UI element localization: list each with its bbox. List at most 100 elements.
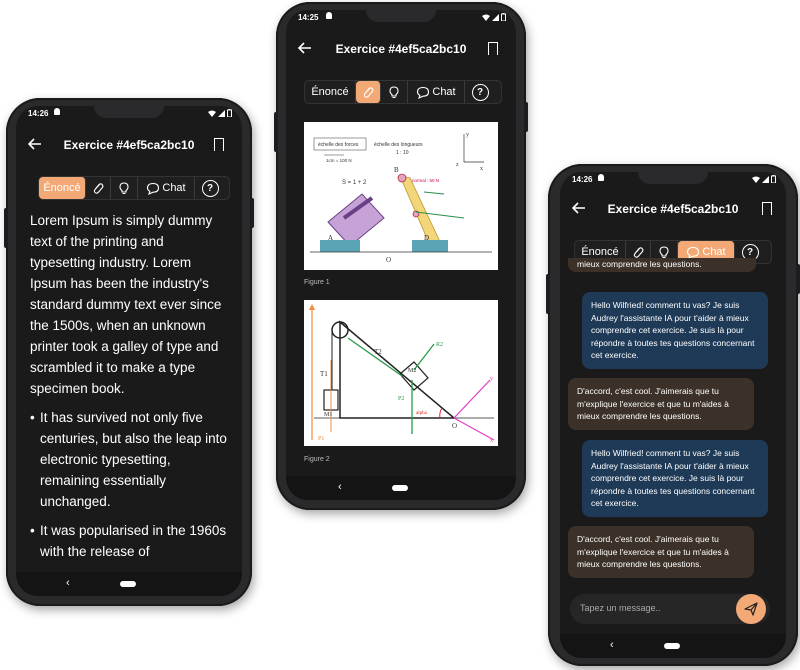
- system-nav-bar: ‹: [286, 476, 516, 500]
- fig2-alpha: alpha: [416, 411, 428, 416]
- status-icons: [482, 13, 506, 21]
- screen-right: 14:26 Exercice #4ef5ca2bc10 Énoncé Chat …: [560, 172, 786, 658]
- chat-message-text: D'accord, c'est cool. J'aimerais que tu …: [577, 386, 729, 421]
- fig1-axis-z: z: [456, 162, 459, 168]
- tab-hints[interactable]: [381, 81, 408, 103]
- tab-help[interactable]: ?: [465, 81, 495, 103]
- fig1-length-scale: échelle des longueurs: [374, 142, 423, 148]
- tab-bar: Énoncé Chat ?: [304, 80, 502, 104]
- help-icon: ?: [201, 179, 219, 197]
- chat-message-text: mieux comprendre les questions.: [577, 259, 702, 269]
- system-nav-bar: ‹: [16, 572, 242, 596]
- notification-icon: [54, 108, 60, 115]
- tab-chat[interactable]: Chat: [408, 81, 465, 103]
- tab-enonce[interactable]: Énoncé: [305, 81, 356, 103]
- fig1-point-a: A: [328, 234, 333, 242]
- battery-icon: [771, 175, 776, 183]
- chat-bubble-icon: [147, 182, 160, 195]
- chat-bubble-icon: [687, 246, 700, 259]
- tab-attachments[interactable]: [86, 177, 111, 199]
- notification-icon: [326, 12, 332, 19]
- tab-help[interactable]: ?: [195, 177, 225, 199]
- paperclip-icon: [93, 183, 104, 194]
- chat-message-text: Hello Wilfried! comment tu vas? Je suis …: [591, 300, 755, 360]
- status-icons: [752, 175, 776, 183]
- phone-middle: 14:25 Exercice #4ef5ca2bc10 Énoncé Chat …: [274, 2, 528, 510]
- status-time: 14:25: [298, 13, 319, 22]
- chat-message-ai: Hello Wilfried! comment tu vas? Je suis …: [582, 440, 768, 517]
- lightbulb-icon: [389, 86, 399, 99]
- fig2-m2: M2: [408, 368, 416, 374]
- signal-icon: [218, 109, 225, 117]
- system-nav-bar: ‹: [560, 634, 786, 658]
- signal-icon: [492, 13, 499, 21]
- fig1-s-label: S = 1 + 2: [342, 180, 367, 186]
- nav-home-pill[interactable]: [392, 485, 408, 491]
- fig2-p2: P2: [398, 396, 404, 402]
- page-title: Exercice #4ef5ca2bc10: [335, 42, 467, 56]
- app-bar: Exercice #4ef5ca2bc10: [560, 194, 786, 226]
- send-icon: [744, 602, 758, 616]
- bookmark-icon[interactable]: [488, 42, 498, 55]
- fig1-point-b: B: [394, 166, 399, 174]
- nav-home-pill[interactable]: [664, 643, 680, 649]
- status-bar: 14:26: [16, 106, 242, 122]
- tab-chat-label: Chat: [702, 246, 726, 258]
- nav-back-icon[interactable]: ‹: [66, 577, 70, 589]
- wifi-icon: [208, 110, 216, 117]
- tab-chat-label: Chat: [432, 86, 456, 98]
- phone-right: 14:26 Exercice #4ef5ca2bc10 Énoncé Chat …: [546, 164, 800, 666]
- tab-chat[interactable]: Chat: [138, 177, 195, 199]
- fig1-axis-y: y: [466, 132, 469, 138]
- paperclip-icon: [633, 247, 644, 258]
- lightbulb-icon: [659, 246, 669, 259]
- notification-icon: [598, 174, 604, 181]
- chat-message-text: D'accord, c'est cool. J'aimerais que tu …: [577, 534, 729, 569]
- fig1-speed-scale: échelle des forces: [318, 142, 359, 148]
- statement-paragraph: Lorem Ipsum is simply dummy text of the …: [30, 213, 222, 396]
- bookmark-icon[interactable]: [762, 202, 772, 215]
- fig1-normal: normal : 50 N: [412, 178, 439, 183]
- status-time: 14:26: [28, 109, 49, 118]
- bookmark-icon[interactable]: [214, 138, 224, 151]
- app-bar: Exercice #4ef5ca2bc10: [286, 34, 516, 66]
- tab-bar: Énoncé Chat ?: [38, 176, 230, 200]
- tab-enonce[interactable]: Énoncé: [39, 177, 86, 199]
- chat-message-ai: Hello Wilfried! comment tu vas? Je suis …: [582, 292, 768, 369]
- fig1-length-ratio: 1 : 10: [396, 150, 409, 156]
- wifi-icon: [482, 14, 490, 21]
- chat-bubble-icon: [417, 86, 430, 99]
- fig1-point-o: O: [386, 256, 391, 264]
- nav-back-icon[interactable]: ‹: [610, 639, 614, 651]
- message-input-placeholder: Tapez un message..: [580, 603, 661, 613]
- chat-message-text: Hello Wilfried! comment tu vas? Je suis …: [591, 448, 755, 508]
- fig1-point-d: D: [424, 234, 429, 242]
- phone-left: 14:26 Exercice #4ef5ca2bc10 Énoncé Chat …: [4, 98, 254, 606]
- status-bar: 14:25: [286, 10, 516, 26]
- wifi-icon: [752, 176, 760, 183]
- nav-home-pill[interactable]: [120, 581, 136, 587]
- fig2-m1: M1: [324, 412, 332, 418]
- fig1-speed-unit: 1cm = 100 N: [326, 158, 352, 163]
- fig2-o: O: [452, 422, 457, 430]
- paperclip-icon: [363, 87, 374, 98]
- statement-bullet: It was popularised in the 1960s with the…: [30, 520, 230, 562]
- battery-icon: [501, 13, 506, 21]
- figure-1-image[interactable]: échelle des forces échelle des longueurs…: [304, 122, 498, 270]
- send-button[interactable]: [736, 594, 766, 624]
- tab-attachments[interactable]: [356, 81, 381, 103]
- signal-icon: [762, 175, 769, 183]
- nav-back-icon[interactable]: ‹: [338, 481, 342, 493]
- fig2-t1: T1: [320, 370, 328, 378]
- fig2-x: x: [490, 438, 493, 444]
- fig2-t2: T2: [374, 348, 382, 356]
- tab-hints[interactable]: [111, 177, 138, 199]
- help-icon: ?: [471, 83, 489, 101]
- page-title: Exercice #4ef5ca2bc10: [607, 202, 739, 216]
- statement-bullet: It has survived not only five centuries,…: [30, 407, 230, 512]
- chat-message-user: D'accord, c'est cool. J'aimerais que tu …: [568, 526, 754, 578]
- figure-2-caption: Figure 2: [304, 456, 330, 463]
- chat-message-user: D'accord, c'est cool. J'aimerais que tu …: [568, 378, 754, 430]
- figure-2-image[interactable]: T1 T2 M1 M2 P1 P2 R2 alpha O y x: [304, 300, 498, 446]
- screen-left: 14:26 Exercice #4ef5ca2bc10 Énoncé Chat …: [16, 106, 242, 596]
